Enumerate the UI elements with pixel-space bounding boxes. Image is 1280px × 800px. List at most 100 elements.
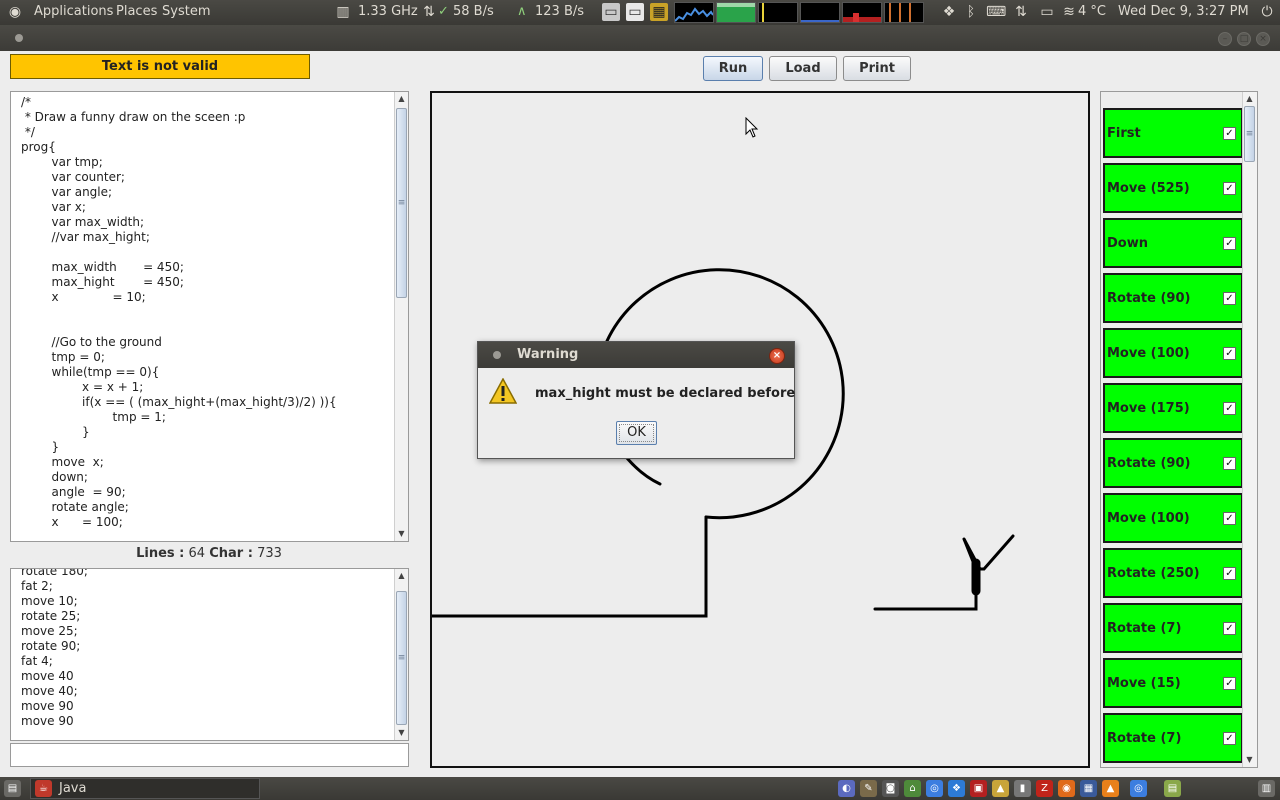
- maximize-icon[interactable]: □: [1237, 32, 1251, 46]
- disk-graph[interactable]: [842, 2, 882, 23]
- command-item[interactable]: Rotate (90) ✓: [1103, 273, 1243, 323]
- command-item-checkbox[interactable]: ✓: [1223, 732, 1236, 745]
- vlc-icon[interactable]: ▲: [1102, 780, 1119, 797]
- taskbar-item-java[interactable]: ☕ Java: [30, 778, 260, 799]
- menu-places[interactable]: Places: [116, 4, 157, 19]
- chrome-window-icon[interactable]: ◎: [1130, 780, 1147, 797]
- dropbox-app-icon[interactable]: ❖: [948, 780, 965, 797]
- command-item-checkbox[interactable]: ✓: [1223, 677, 1236, 690]
- battery-icon[interactable]: ▭: [1038, 3, 1056, 21]
- command-item-checkbox[interactable]: ✓: [1223, 347, 1236, 360]
- menu-applications[interactable]: Applications: [34, 4, 113, 19]
- cpu-graph[interactable]: [674, 2, 714, 23]
- dialog-close-icon[interactable]: ×: [769, 348, 785, 364]
- warning-dialog[interactable]: Warning × max_hight must be declared bef…: [477, 341, 795, 459]
- code-editor-scrollbar[interactable]: ▲ ▼: [394, 92, 408, 541]
- clock[interactable]: Wed Dec 9, 3:27 PM: [1118, 4, 1249, 19]
- drive-icon[interactable]: ▭: [626, 3, 644, 21]
- ok-button[interactable]: OK: [616, 421, 657, 445]
- command-item[interactable]: Move (15) ✓: [1103, 658, 1243, 708]
- screenshot-icon[interactable]: ◙: [882, 780, 899, 797]
- scroll-thumb[interactable]: [1244, 106, 1255, 162]
- command-item-checkbox[interactable]: ✓: [1223, 567, 1236, 580]
- calculator-icon[interactable]: ▦: [1080, 780, 1097, 797]
- scroll-thumb[interactable]: [396, 108, 407, 298]
- command-output-text[interactable]: rotate 180; fat 2; move 10; rotate 25; m…: [11, 569, 408, 729]
- scroll-down-icon[interactable]: ▼: [395, 527, 408, 541]
- command-item-label: Move (100): [1107, 511, 1190, 526]
- command-item[interactable]: Move (100) ✓: [1103, 493, 1243, 543]
- command-item-checkbox[interactable]: ✓: [1223, 292, 1236, 305]
- print-button[interactable]: Print: [843, 56, 911, 81]
- filezilla-icon[interactable]: Z: [1036, 780, 1053, 797]
- editor-icon[interactable]: ✎: [860, 780, 877, 797]
- trash-icon[interactable]: ▥: [1258, 780, 1275, 797]
- command-item-checkbox[interactable]: ✓: [1223, 237, 1236, 250]
- network-icon[interactable]: ⇅: [1012, 3, 1030, 21]
- command-list[interactable]: First ✓ Move (525) ✓ Down ✓ Rotate (90) ✓ Move (…: [1100, 91, 1258, 768]
- files-icon[interactable]: ▲: [992, 780, 1009, 797]
- command-item-checkbox[interactable]: ✓: [1223, 402, 1236, 415]
- notes-icon[interactable]: ▤: [1164, 780, 1181, 797]
- output-scrollbar[interactable]: ▲ ▼: [394, 569, 408, 740]
- disk-icon[interactable]: ▭: [602, 3, 620, 21]
- network-graph[interactable]: [800, 2, 840, 23]
- power-icon[interactable]: ⏻: [1258, 3, 1276, 21]
- scroll-down-icon[interactable]: ▼: [1243, 753, 1256, 767]
- command-item[interactable]: Move (100) ✓: [1103, 328, 1243, 378]
- dialog-menu-icon[interactable]: [493, 351, 501, 359]
- scroll-thumb[interactable]: [396, 591, 407, 725]
- command-item[interactable]: Rotate (7) ✓: [1103, 603, 1243, 653]
- scroll-up-icon[interactable]: ▲: [1243, 92, 1256, 106]
- swap-graph[interactable]: [758, 2, 798, 23]
- window-menu-icon[interactable]: [15, 34, 23, 42]
- top-panel: ◉ Applications Places System ▥ 1.33 GHz …: [0, 0, 1280, 25]
- scroll-up-icon[interactable]: ▲: [395, 569, 408, 583]
- code-editor-text[interactable]: /* * Draw a funny draw on the sceen :p *…: [11, 92, 408, 530]
- load-button[interactable]: Load: [769, 56, 837, 81]
- command-item[interactable]: Rotate (7) ✓: [1103, 713, 1243, 763]
- command-item[interactable]: Down ✓: [1103, 218, 1243, 268]
- weather-temp[interactable]: 4 °C: [1078, 4, 1106, 19]
- firefox-icon[interactable]: ◉: [1058, 780, 1075, 797]
- command-item-checkbox[interactable]: ✓: [1223, 182, 1236, 195]
- home-folder-icon[interactable]: ⌂: [904, 780, 921, 797]
- command-item[interactable]: Move (525) ✓: [1103, 163, 1243, 213]
- terminal-icon[interactable]: ▮: [1014, 780, 1031, 797]
- command-item[interactable]: Rotate (250) ✓: [1103, 548, 1243, 598]
- eclipse-icon[interactable]: ◐: [838, 780, 855, 797]
- minimize-icon[interactable]: –: [1218, 32, 1232, 46]
- chrome-icon[interactable]: ◎: [926, 780, 943, 797]
- net-down-rate: 58 B/s: [453, 4, 494, 19]
- bluetooth-icon[interactable]: ᛒ: [962, 3, 980, 21]
- load-graph[interactable]: [884, 2, 924, 23]
- media-icon[interactable]: ▣: [970, 780, 987, 797]
- lines-char-counter: Lines : 64 Char : 733: [10, 546, 408, 564]
- command-item[interactable]: Rotate (90) ✓: [1103, 438, 1243, 488]
- ubuntu-logo-icon[interactable]: ◉: [6, 3, 24, 21]
- dialog-titlebar[interactable]: Warning ×: [478, 342, 794, 368]
- drawing-path-stem: [873, 561, 978, 611]
- memory-graph[interactable]: [716, 2, 756, 23]
- command-input[interactable]: [10, 743, 409, 767]
- command-item-checkbox[interactable]: ✓: [1223, 457, 1236, 470]
- menu-system[interactable]: System: [162, 4, 210, 19]
- run-button[interactable]: Run: [703, 56, 763, 81]
- show-desktop-icon[interactable]: ▤: [4, 780, 21, 797]
- command-item-checkbox[interactable]: ✓: [1223, 512, 1236, 525]
- scroll-down-icon[interactable]: ▼: [395, 726, 408, 740]
- command-list-scrollbar[interactable]: ▲ ▼: [1242, 92, 1257, 767]
- command-item[interactable]: Move (175) ✓: [1103, 383, 1243, 433]
- scroll-up-icon[interactable]: ▲: [395, 92, 408, 106]
- code-editor[interactable]: /* * Draw a funny draw on the sceen :p *…: [10, 91, 409, 542]
- keyboard-icon[interactable]: ⌨: [986, 3, 1006, 21]
- command-item[interactable]: First ✓: [1103, 108, 1243, 158]
- command-item-checkbox[interactable]: ✓: [1223, 622, 1236, 635]
- dropbox-icon[interactable]: ❖: [940, 3, 958, 21]
- system-monitor-icon[interactable]: ▦: [650, 3, 668, 21]
- command-item-checkbox[interactable]: ✓: [1223, 127, 1236, 140]
- close-icon[interactable]: ×: [1256, 32, 1270, 46]
- char-label: Char :: [209, 546, 253, 561]
- window-titlebar[interactable]: – □ ×: [0, 25, 1280, 51]
- command-output[interactable]: rotate 180; fat 2; move 10; rotate 25; m…: [10, 568, 409, 741]
